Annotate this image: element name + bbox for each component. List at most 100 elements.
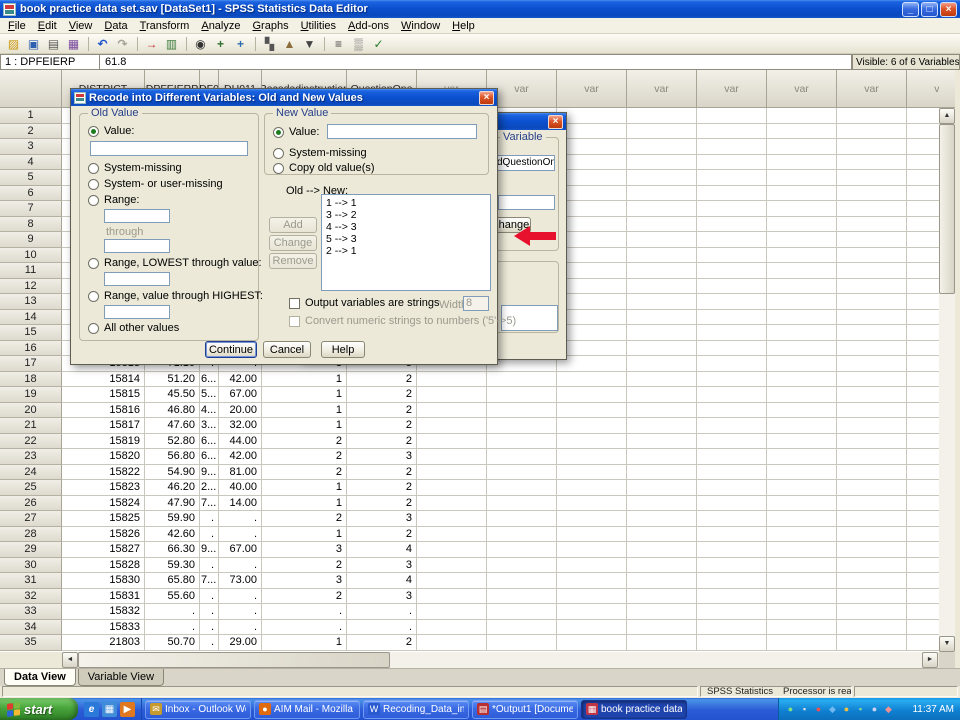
data-cell[interactable] — [627, 434, 697, 450]
data-cell[interactable] — [697, 124, 767, 140]
data-cell[interactable]: 15827 — [62, 542, 145, 558]
data-cell[interactable] — [697, 511, 767, 527]
data-cell[interactable]: 15815 — [62, 387, 145, 403]
data-cell[interactable] — [697, 589, 767, 605]
row-header[interactable]: 13 — [0, 294, 62, 310]
column-header-var7[interactable]: var — [837, 70, 907, 108]
data-cell[interactable]: 2 — [347, 635, 417, 651]
data-cell[interactable]: 52.80 — [145, 434, 200, 450]
old-new-mapping-item[interactable]: 4 --> 3 — [326, 221, 490, 233]
data-cell[interactable]: 7... — [200, 496, 219, 512]
data-cell[interactable] — [417, 387, 487, 403]
data-cell[interactable] — [697, 155, 767, 171]
data-cell[interactable] — [907, 294, 939, 310]
column-header-var4[interactable]: var — [627, 70, 697, 108]
data-cell[interactable]: 42.00 — [219, 449, 262, 465]
output-variable-label-field[interactable] — [498, 195, 555, 210]
dialog-title-bar[interactable]: Recode into Different Variables: Old and… — [71, 89, 497, 106]
row-header[interactable]: 32 — [0, 589, 62, 605]
copy-old-values-radio[interactable]: Copy old value(s) — [273, 162, 375, 174]
data-cell[interactable]: 3 — [347, 558, 417, 574]
data-cell[interactable] — [627, 341, 697, 357]
data-cell[interactable]: 15831 — [62, 589, 145, 605]
row-header[interactable]: 21 — [0, 418, 62, 434]
data-cell[interactable] — [907, 418, 939, 434]
data-cell[interactable] — [767, 372, 837, 388]
data-cell[interactable] — [487, 372, 557, 388]
data-cell[interactable] — [487, 604, 557, 620]
tray-icon[interactable]: ● — [813, 703, 824, 715]
data-cell[interactable]: 2 — [262, 589, 347, 605]
data-cell[interactable]: 6... — [200, 449, 219, 465]
row-header[interactable]: 6 — [0, 186, 62, 202]
data-cell[interactable] — [767, 124, 837, 140]
system-or-user-missing-radio[interactable]: System- or user-missing — [88, 178, 223, 190]
data-cell[interactable] — [697, 108, 767, 124]
undo-icon[interactable]: ↶ — [93, 35, 112, 52]
data-cell[interactable]: . — [200, 589, 219, 605]
tray-icon[interactable]: ◆ — [827, 703, 838, 715]
data-cell[interactable]: 2 — [347, 434, 417, 450]
row-header[interactable]: 25 — [0, 480, 62, 496]
data-cell[interactable] — [487, 511, 557, 527]
data-cell[interactable]: . — [262, 620, 347, 636]
data-cell[interactable] — [837, 403, 907, 419]
width-input[interactable]: 8 — [463, 296, 489, 311]
data-cell[interactable] — [697, 558, 767, 574]
data-cell[interactable]: 59.90 — [145, 511, 200, 527]
data-cell[interactable] — [557, 201, 627, 217]
find-icon[interactable]: ◉ — [191, 35, 210, 52]
data-cell[interactable]: 9... — [200, 542, 219, 558]
column-header-var6[interactable]: var — [767, 70, 837, 108]
old-system-missing-radio[interactable]: System-missing — [88, 162, 182, 174]
data-cell[interactable] — [697, 217, 767, 233]
data-cell[interactable] — [417, 372, 487, 388]
data-cell[interactable] — [907, 341, 939, 357]
vertical-scroll-thumb[interactable] — [939, 124, 955, 294]
data-cell[interactable] — [837, 480, 907, 496]
data-cell[interactable] — [557, 589, 627, 605]
row-header[interactable]: 5 — [0, 170, 62, 186]
data-cell[interactable]: 50.70 — [145, 635, 200, 651]
data-cell[interactable] — [627, 604, 697, 620]
spell-check-icon[interactable]: ✓ — [369, 35, 388, 52]
data-cell[interactable] — [837, 294, 907, 310]
row-header[interactable]: 10 — [0, 248, 62, 264]
data-cell[interactable]: 3 — [347, 511, 417, 527]
column-header-var3[interactable]: var — [557, 70, 627, 108]
data-cell[interactable] — [417, 558, 487, 574]
data-cell[interactable] — [837, 527, 907, 543]
data-cell[interactable] — [837, 573, 907, 589]
range-lowest-input[interactable] — [104, 272, 170, 286]
data-cell[interactable] — [417, 434, 487, 450]
data-cell[interactable] — [557, 217, 627, 233]
internet-explorer-icon[interactable]: e — [84, 702, 99, 717]
data-cell[interactable] — [417, 511, 487, 527]
data-cell[interactable] — [907, 356, 939, 372]
row-header[interactable]: 20 — [0, 403, 62, 419]
data-cell[interactable]: 45.50 — [145, 387, 200, 403]
tray-icon[interactable]: ▪ — [799, 703, 810, 715]
data-cell[interactable]: 55.60 — [145, 589, 200, 605]
data-cell[interactable]: 73.00 — [219, 573, 262, 589]
row-header[interactable]: 28 — [0, 527, 62, 543]
menu-data[interactable]: Data — [98, 19, 133, 33]
data-cell[interactable] — [557, 155, 627, 171]
data-cell[interactable] — [767, 527, 837, 543]
data-cell[interactable] — [907, 635, 939, 651]
data-cell[interactable] — [837, 155, 907, 171]
data-cell[interactable] — [627, 139, 697, 155]
data-cell[interactable] — [837, 108, 907, 124]
data-cell[interactable]: . — [347, 604, 417, 620]
data-cell[interactable] — [487, 573, 557, 589]
data-cell[interactable] — [557, 573, 627, 589]
data-cell[interactable]: . — [219, 589, 262, 605]
data-cell[interactable]: . — [145, 604, 200, 620]
data-cell[interactable] — [417, 465, 487, 481]
data-cell[interactable] — [697, 480, 767, 496]
data-cell[interactable]: 44.00 — [219, 434, 262, 450]
row-header[interactable]: 8 — [0, 217, 62, 233]
data-cell[interactable] — [697, 449, 767, 465]
data-cell[interactable]: 9... — [200, 465, 219, 481]
scroll-left-button[interactable]: ◄ — [62, 652, 78, 668]
